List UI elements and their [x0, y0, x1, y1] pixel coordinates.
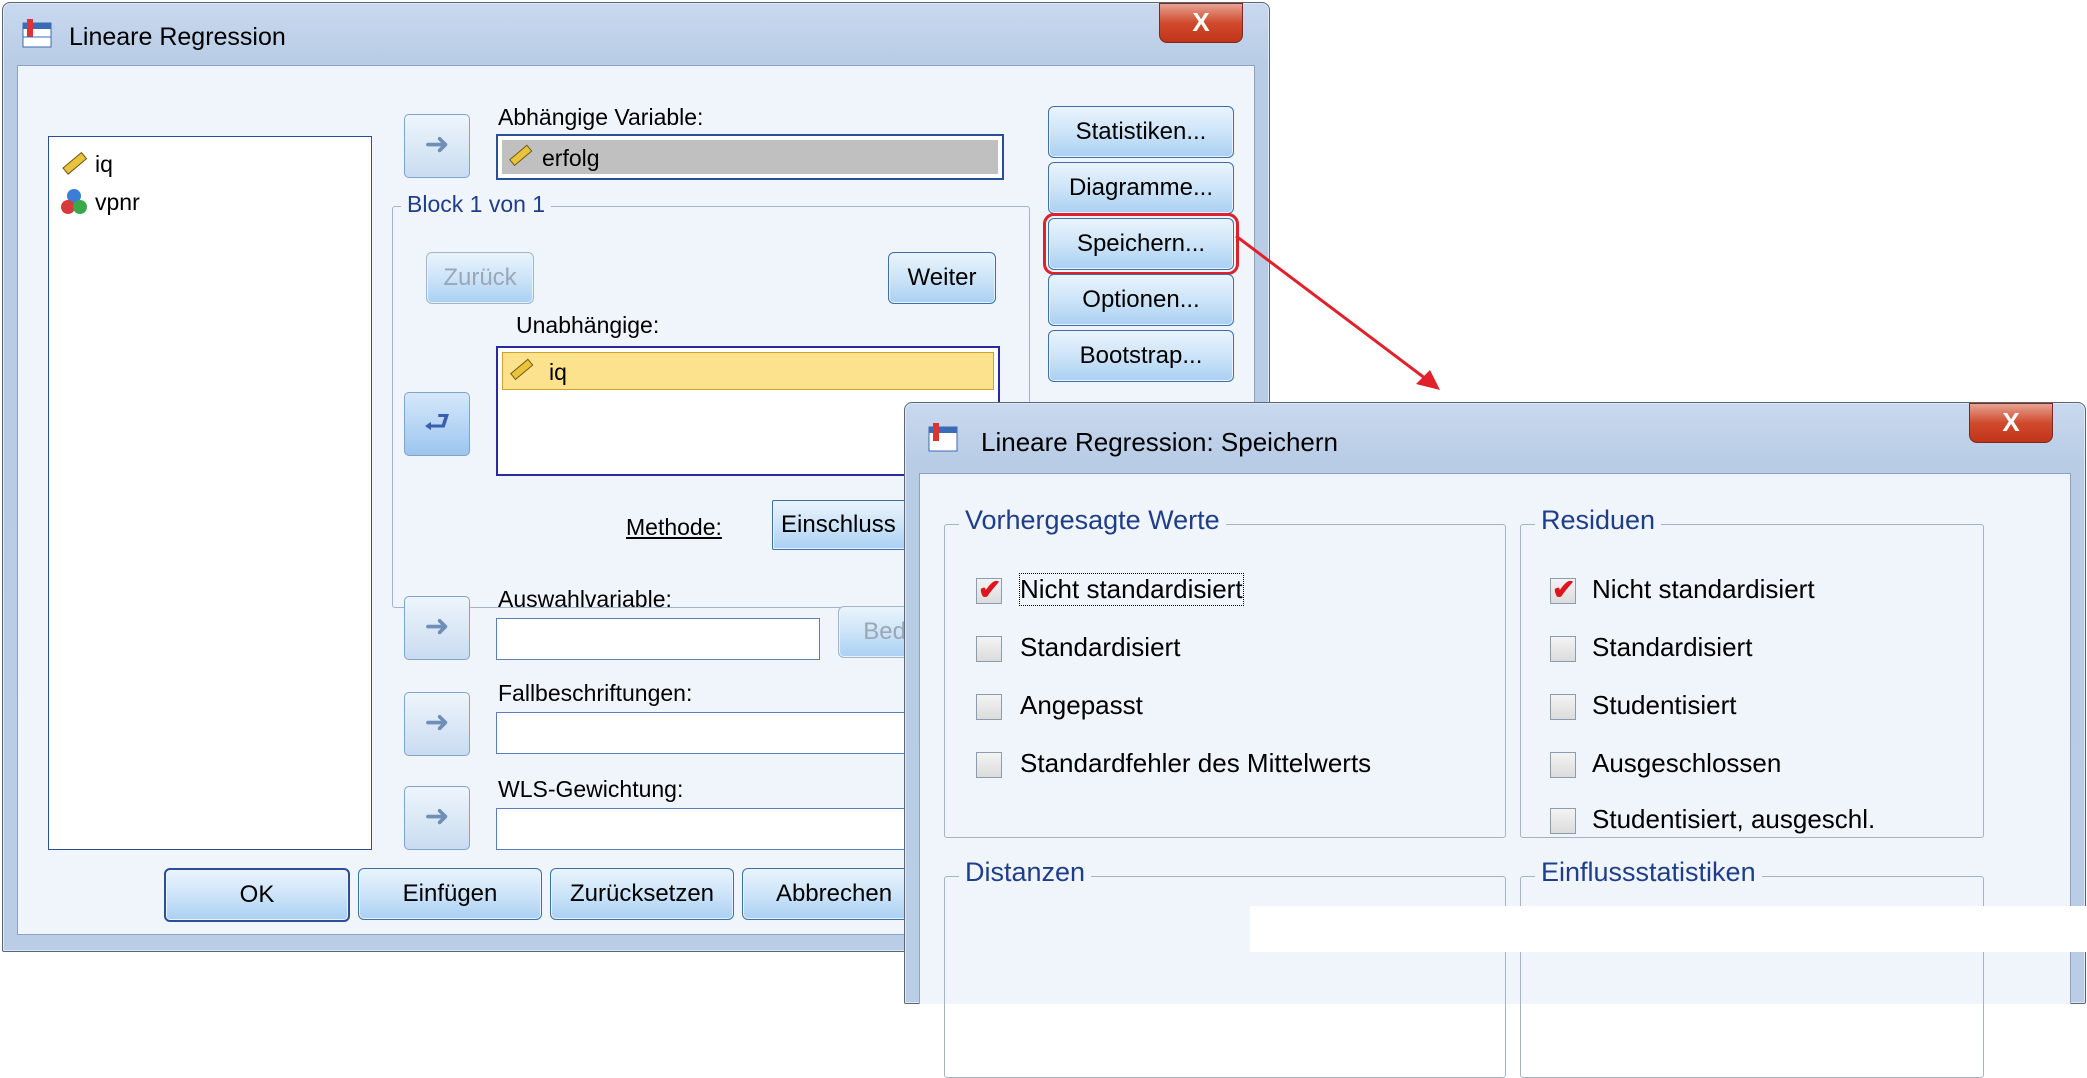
- residual-studentized-deleted-label[interactable]: Studentisiert, ausgeschl.: [1592, 804, 1875, 835]
- close-button[interactable]: X: [1159, 3, 1243, 43]
- independent-label: Unabhängige:: [516, 312, 660, 338]
- variable-name: iq: [95, 151, 113, 177]
- selection-variable-field[interactable]: [496, 618, 820, 660]
- title-bar[interactable]: Lineare Regression X: [3, 3, 1269, 65]
- bootstrap-button[interactable]: Bootstrap...: [1048, 330, 1234, 382]
- predicted-unstandardized-label[interactable]: Nicht standardisiert: [1019, 573, 1244, 606]
- spss-app-icon: [22, 19, 52, 48]
- save-close-button[interactable]: X: [1969, 403, 2053, 443]
- ruler-icon: [510, 358, 534, 381]
- residual-standardized-label[interactable]: Standardisiert: [1592, 632, 1752, 663]
- ruler-icon: [509, 144, 533, 167]
- residual-deleted-label[interactable]: Ausgeschlossen: [1592, 748, 1781, 779]
- variable-name: vpnr: [95, 189, 140, 215]
- predicted-values-label: Vorhergesagte Werte: [959, 505, 1226, 536]
- save-title-bar[interactable]: Lineare Regression: Speichern X: [905, 403, 2085, 473]
- list-item[interactable]: iq: [502, 352, 994, 390]
- next-button[interactable]: Weiter: [888, 252, 996, 304]
- move-independent-button[interactable]: ⮐: [404, 392, 470, 456]
- residual-standardized-checkbox[interactable]: [1550, 636, 1576, 662]
- move-selection-button[interactable]: ➜: [404, 596, 470, 660]
- residual-unstandardized-label[interactable]: Nicht standardisiert: [1592, 574, 1815, 605]
- predicted-adjusted-checkbox[interactable]: [976, 694, 1002, 720]
- wls-weight-field[interactable]: [496, 808, 928, 850]
- charts-button[interactable]: Diagramme...: [1048, 162, 1234, 214]
- case-labels-field[interactable]: [496, 712, 928, 754]
- distances-label: Distanzen: [959, 857, 1092, 888]
- influence-statistics-label: Einflussstatistiken: [1535, 857, 1762, 888]
- predicted-values-group: Vorhergesagte Werte: [944, 505, 1506, 838]
- residuals-label: Residuen: [1535, 505, 1662, 536]
- predicted-standardized-label[interactable]: Standardisiert: [1020, 632, 1180, 663]
- callout-arrow: [1235, 234, 1440, 390]
- statistics-button[interactable]: Statistiken...: [1048, 106, 1234, 158]
- save-button[interactable]: Speichern...: [1043, 213, 1239, 275]
- crop-mask: [1250, 906, 2087, 952]
- dependent-value-box: erfolg: [502, 140, 998, 174]
- residual-studentized-deleted-checkbox[interactable]: [1550, 808, 1576, 834]
- move-dependent-button[interactable]: ➜: [404, 114, 470, 178]
- residual-studentized-label[interactable]: Studentisiert: [1592, 690, 1737, 721]
- block-label: Block 1 von 1: [401, 191, 552, 218]
- predicted-se-mean-checkbox[interactable]: [976, 752, 1002, 778]
- reset-button[interactable]: Zurücksetzen: [550, 868, 734, 920]
- selection-variable-label: Auswahlvariable:: [498, 586, 672, 612]
- ruler-icon: [62, 151, 88, 175]
- case-labels-label: Fallbeschriftungen:: [498, 680, 693, 706]
- dependent-variable-field[interactable]: erfolg: [496, 134, 1004, 180]
- paste-button[interactable]: Einfügen: [358, 868, 542, 920]
- residual-unstandardized-checkbox[interactable]: [1550, 573, 1576, 606]
- nominal-icon: [61, 189, 87, 214]
- predicted-adjusted-label[interactable]: Angepasst: [1020, 690, 1143, 721]
- move-wls-button[interactable]: ➜: [404, 786, 470, 850]
- options-button[interactable]: Optionen...: [1048, 274, 1234, 326]
- predicted-unstandardized-checkbox[interactable]: [976, 573, 1002, 606]
- back-button[interactable]: Zurück: [426, 252, 534, 304]
- wls-weight-label: WLS-Gewichtung:: [498, 776, 684, 802]
- dialog-title: Lineare Regression: [69, 23, 286, 51]
- source-variable-list[interactable]: iq vpnr: [48, 136, 372, 850]
- spss-app-icon: [928, 423, 958, 452]
- variable-name: iq: [549, 359, 567, 385]
- ok-button[interactable]: OK: [164, 868, 350, 922]
- residuals-group: Residuen: [1520, 505, 1984, 838]
- save-dialog-title: Lineare Regression: Speichern: [981, 427, 1338, 457]
- dependent-label: Abhängige Variable:: [498, 104, 704, 130]
- predicted-standardized-checkbox[interactable]: [976, 636, 1002, 662]
- residual-deleted-checkbox[interactable]: [1550, 752, 1576, 778]
- method-label: Methode:: [626, 514, 722, 540]
- residual-studentized-checkbox[interactable]: [1550, 694, 1576, 720]
- move-case-label-button[interactable]: ➜: [404, 692, 470, 756]
- cancel-button[interactable]: Abbrechen: [742, 868, 926, 920]
- dependent-value: erfolg: [542, 145, 600, 171]
- predicted-se-mean-label[interactable]: Standardfehler des Mittelwerts: [1020, 748, 1371, 779]
